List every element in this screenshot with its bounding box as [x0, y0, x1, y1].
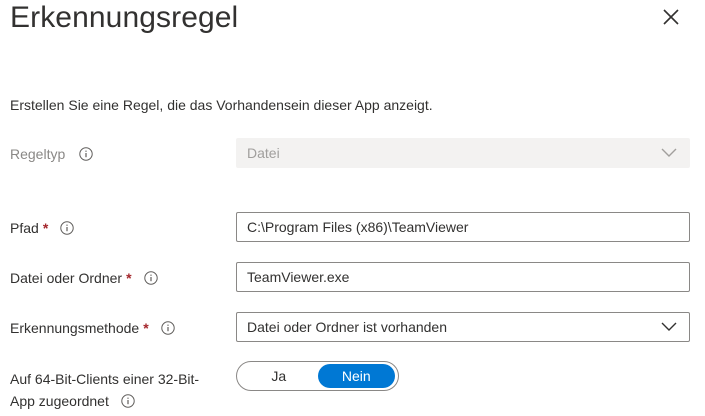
detection-method-dropdown[interactable]: Datei oder Ordner ist vorhanden [236, 312, 690, 342]
toggle-option-ja[interactable]: Ja [240, 364, 318, 388]
chevron-down-icon [661, 322, 677, 331]
rule-type-value: Datei [247, 145, 280, 161]
rule-type-dropdown: Datei [236, 138, 690, 168]
detection-method-label: Erkennungsmethode [10, 320, 140, 336]
required-marker: * [143, 320, 149, 336]
info-icon[interactable] [79, 147, 93, 161]
info-icon[interactable] [143, 271, 158, 285]
rule-type-label: Regeltyp [10, 146, 66, 162]
path-label-row: Pfad * [10, 219, 74, 237]
bit32-on-64-label: Auf 64-Bit-Clients einer 32-Bit-App zuge… [10, 371, 200, 409]
dialog-description: Erstellen Sie eine Regel, die das Vorhan… [10, 97, 433, 113]
required-marker: * [42, 220, 49, 236]
path-label: Pfad [10, 220, 39, 236]
rule-type-label-row: Regeltyp [10, 145, 93, 163]
detection-method-value: Datei oder Ordner ist vorhanden [247, 319, 447, 335]
file-or-folder-label-row: Datei oder Ordner * [10, 269, 158, 287]
path-input[interactable] [247, 214, 679, 240]
path-field[interactable] [236, 212, 690, 242]
required-marker: * [126, 270, 132, 286]
file-or-folder-input[interactable] [247, 264, 679, 290]
file-or-folder-field[interactable] [236, 262, 690, 292]
info-icon[interactable] [121, 394, 135, 408]
bit32-on-64-label-row: Auf 64-Bit-Clients einer 32-Bit-App zuge… [10, 368, 220, 412]
chevron-down-icon [661, 148, 677, 157]
toggle-option-nein[interactable]: Nein [317, 364, 395, 388]
info-icon[interactable] [160, 321, 175, 335]
dialog-title: Erkennungsregel [10, 1, 239, 34]
file-or-folder-label: Datei oder Ordner [10, 270, 123, 286]
bit32-on-64-toggle[interactable]: Ja Nein [236, 361, 399, 391]
detection-method-label-row: Erkennungsmethode * [10, 319, 175, 337]
info-icon[interactable] [60, 221, 74, 235]
close-icon[interactable] [660, 6, 682, 28]
